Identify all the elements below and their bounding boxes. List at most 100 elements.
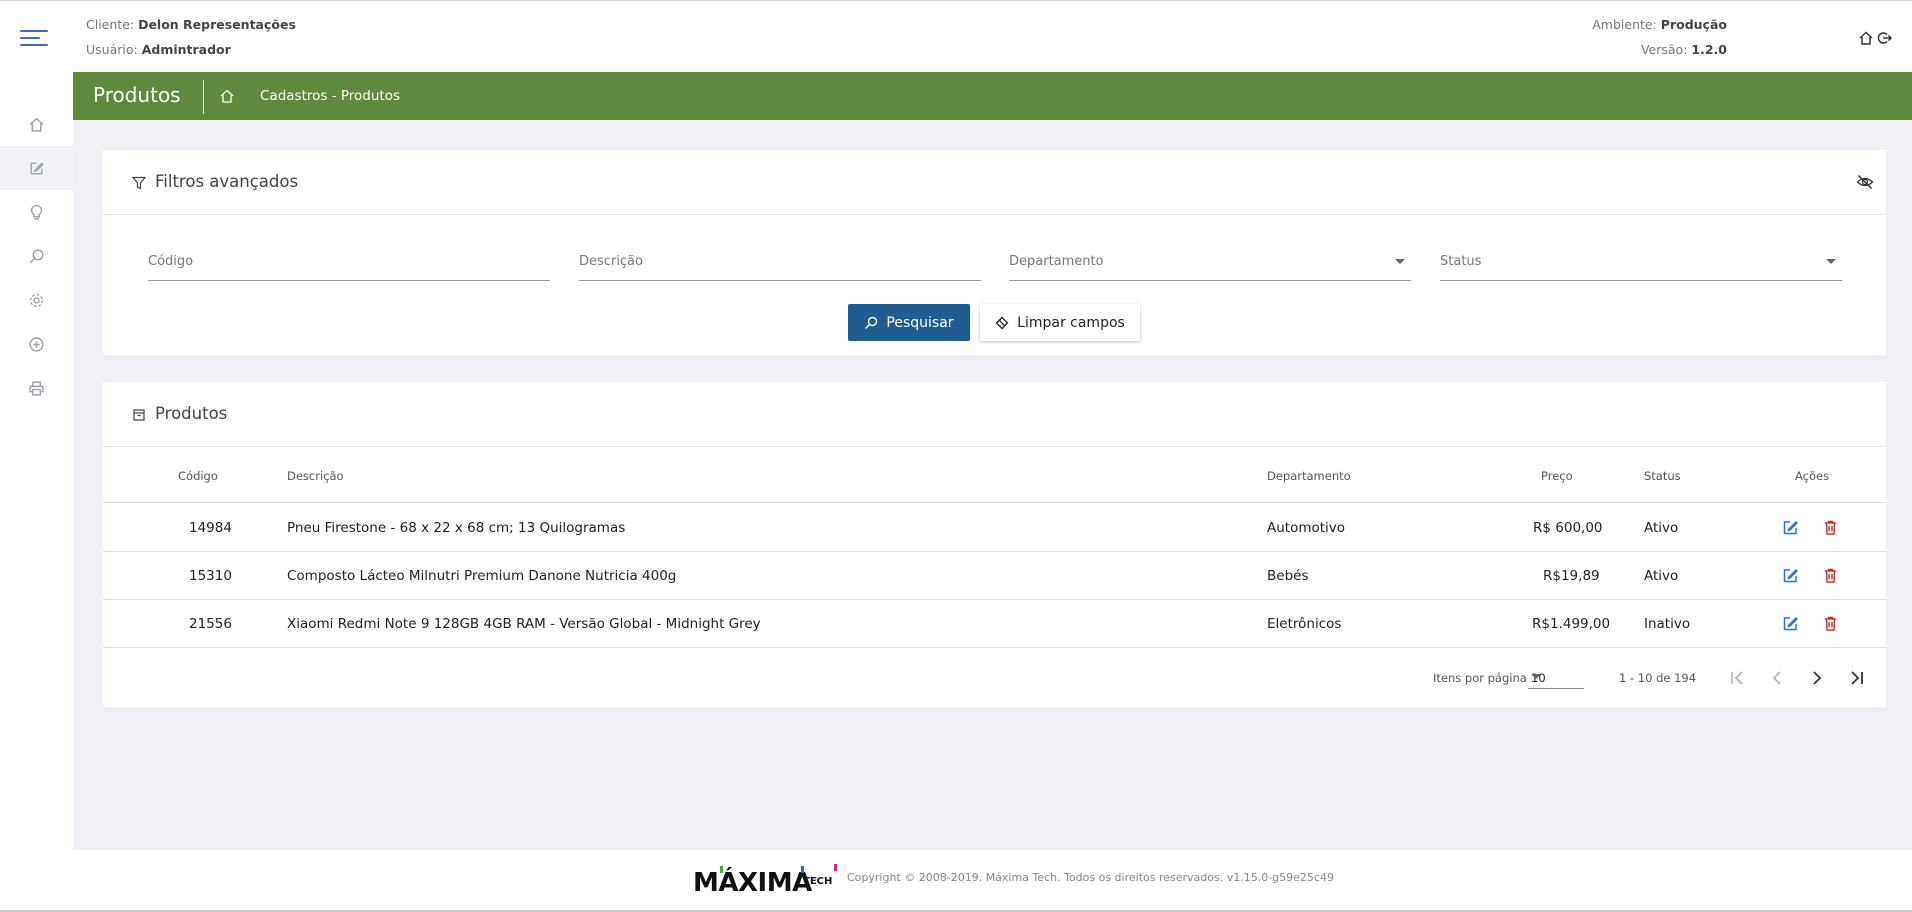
breadcrumb[interactable]: Cadastros - Produtos	[260, 88, 400, 104]
user-label: Usuário:	[86, 42, 138, 57]
col-descricao[interactable]: Descrição	[287, 469, 344, 483]
cell-status: Ativo	[1644, 568, 1679, 584]
cell-codigo: 14984	[189, 520, 232, 536]
breadcrumb-home-icon[interactable]	[219, 88, 235, 104]
home-icon	[29, 117, 44, 132]
user-value: Admintrador	[141, 42, 231, 57]
top-header: Cliente: Delon Representações Usuário: A…	[0, 0, 1912, 72]
sidebar-item-print[interactable]	[0, 366, 73, 410]
sidebar-item-cadastros[interactable]	[0, 146, 73, 190]
search-button-label: Pesquisar	[886, 314, 954, 331]
table-row[interactable]: 15310 Composto Lácteo Milnutri Premium D…	[103, 552, 1886, 600]
table-row[interactable]: 21556 Xiaomi Redmi Note 9 128GB 4GB RAM …	[103, 600, 1886, 648]
descricao-field[interactable]: Descrição	[579, 251, 981, 281]
clear-fields-button[interactable]: Limpar campos	[980, 304, 1140, 341]
codigo-field-label: Código	[148, 254, 194, 269]
cell-descricao: Xiaomi Redmi Note 9 128GB 4GB RAM - Vers…	[287, 616, 761, 632]
printer-icon	[29, 380, 44, 396]
home-icon[interactable]	[1858, 30, 1874, 46]
lightbulb-icon	[30, 204, 43, 220]
col-preco[interactable]: Preço	[1541, 469, 1573, 483]
user-info: Usuário: Admintrador	[86, 42, 231, 57]
departamento-select-label: Departamento	[1009, 254, 1104, 269]
client-label: Cliente:	[86, 17, 135, 32]
search-button[interactable]: Pesquisar	[848, 304, 970, 341]
clear-fields-button-label: Limpar campos	[1017, 314, 1125, 331]
products-title: Produtos	[155, 404, 228, 423]
dropdown-arrow-icon	[1395, 259, 1405, 264]
filters-card: Filtros avançados Código Descrição Depar…	[103, 150, 1886, 355]
header-actions	[1858, 30, 1893, 46]
archive-icon	[133, 409, 145, 421]
logo-accent-green	[720, 866, 723, 873]
col-acoes: Ações	[1795, 469, 1830, 483]
cell-departamento: Eletrônicos	[1267, 616, 1342, 632]
search-icon	[865, 316, 878, 329]
cell-descricao: Composto Lácteo Milnutri Premium Danone …	[287, 568, 677, 584]
delete-icon[interactable]	[1822, 615, 1839, 632]
filters-header: Filtros avançados	[103, 150, 1886, 215]
footer: MÁXIMA TECH Copyright © 2008-2019. Máxim…	[73, 850, 1912, 912]
env-value: Produção	[1660, 17, 1727, 32]
gear-icon	[29, 293, 44, 307]
menu-toggle-icon[interactable]	[20, 30, 48, 48]
col-codigo[interactable]: Código	[178, 469, 218, 483]
add-circle-icon	[29, 336, 44, 352]
status-select-label: Status	[1440, 254, 1482, 269]
codigo-field[interactable]: Código	[148, 251, 550, 281]
env-label: Ambiente:	[1592, 17, 1657, 32]
table-header: Código Descrição Departamento Preço Stat…	[103, 447, 1886, 503]
departamento-select[interactable]: Departamento	[1009, 251, 1411, 281]
dropdown-arrow-icon	[1531, 674, 1541, 679]
search-icon	[29, 248, 44, 263]
sidebar-item-add[interactable]	[0, 322, 73, 366]
edit-icon[interactable]	[1782, 519, 1799, 536]
logout-icon[interactable]	[1876, 30, 1893, 46]
first-page-icon[interactable]	[1726, 667, 1748, 689]
descricao-field-label: Descrição	[579, 254, 643, 269]
page-range: 1 - 10 de 194	[1619, 671, 1697, 685]
version-info: Versão: 1.2.0	[1641, 42, 1727, 57]
edit-icon[interactable]	[1782, 567, 1799, 584]
cell-codigo: 15310	[189, 568, 232, 584]
sidebar-item-ideas[interactable]	[0, 190, 73, 234]
last-page-icon[interactable]	[1846, 667, 1868, 689]
edit-icon	[30, 161, 44, 175]
logo-suffix: TECH	[803, 876, 833, 887]
table-row[interactable]: 14984 Pneu Firestone - 68 x 22 x 68 cm; …	[103, 504, 1886, 552]
logo-accent-blue	[801, 866, 804, 873]
cell-departamento: Automotivo	[1267, 520, 1346, 536]
col-status[interactable]: Status	[1644, 469, 1681, 483]
paginator: Itens por página 10 1 - 10 de 194	[103, 651, 1886, 707]
cell-preco: R$1.499,00	[1532, 616, 1611, 632]
eraser-icon	[995, 316, 1009, 329]
page-title: Produtos	[93, 83, 181, 107]
cell-descricao: Pneu Firestone - 68 x 22 x 68 cm; 13 Qui…	[287, 520, 626, 536]
previous-page-icon[interactable]	[1766, 667, 1788, 689]
copyright-text: Copyright © 2008-2019. Máxima Tech. Todo…	[847, 871, 1334, 884]
sidebar-item-settings[interactable]	[0, 278, 73, 322]
sidebar-item-home[interactable]	[0, 102, 73, 146]
version-label: Versão:	[1640, 42, 1688, 57]
page-banner: Produtos Cadastros - Produtos	[73, 72, 1912, 120]
filter-icon	[132, 176, 146, 190]
items-per-page-select[interactable]: 10	[1528, 665, 1584, 689]
next-page-icon[interactable]	[1806, 667, 1828, 689]
version-value: 1.2.0	[1691, 42, 1727, 57]
cell-preco: R$19,89	[1543, 568, 1600, 584]
sidebar	[0, 72, 73, 912]
client-info: Cliente: Delon Representações	[86, 17, 296, 32]
status-select[interactable]: Status	[1440, 251, 1842, 281]
hide-filters-icon[interactable]	[1856, 173, 1874, 191]
filters-title: Filtros avançados	[155, 172, 299, 191]
sidebar-item-search[interactable]	[0, 234, 73, 278]
client-value: Delon Representações	[138, 17, 296, 32]
environment-info: Ambiente: Produção	[1592, 17, 1727, 32]
logo-text: MÁXIMA	[693, 868, 812, 898]
cell-codigo: 21556	[189, 616, 232, 632]
edit-icon[interactable]	[1782, 615, 1799, 632]
col-departamento[interactable]: Departamento	[1267, 469, 1351, 483]
delete-icon[interactable]	[1822, 567, 1839, 584]
delete-icon[interactable]	[1822, 519, 1839, 536]
cell-status: Ativo	[1644, 520, 1679, 536]
